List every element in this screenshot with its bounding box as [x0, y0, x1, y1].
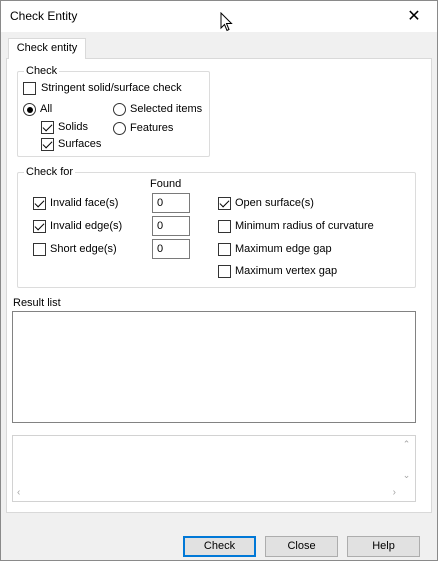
- short-edges-label: Short edge(s): [50, 243, 117, 255]
- check-entity-dialog: Check Entity ✕ Check entity Check String…: [0, 0, 438, 561]
- tab-check-entity[interactable]: Check entity: [8, 38, 86, 59]
- check-button[interactable]: Check: [183, 536, 256, 557]
- features-label: Features: [130, 122, 174, 134]
- check-for-group-legend: Check for: [24, 166, 76, 178]
- max-vertex-gap-checkbox[interactable]: [218, 265, 231, 278]
- stringent-check-checkbox[interactable]: [23, 82, 36, 95]
- selected-items-radio[interactable]: [113, 103, 126, 116]
- invalid-edges-found-field[interactable]: 0: [152, 216, 190, 236]
- max-edge-gap-label: Maximum edge gap: [235, 243, 332, 255]
- scroll-up-icon[interactable]: ⌃: [403, 439, 411, 450]
- mouse-cursor-icon: [220, 12, 233, 32]
- open-surfaces-label: Open surface(s): [235, 197, 314, 209]
- check-for-group: Check for Found Invalid face(s) 0 Invali…: [17, 166, 416, 288]
- open-surfaces-checkbox[interactable]: [218, 197, 231, 210]
- invalid-faces-checkbox[interactable]: [33, 197, 46, 210]
- features-radio[interactable]: [113, 122, 126, 135]
- result-list-label: Result list: [13, 297, 61, 309]
- surfaces-checkbox[interactable]: [41, 138, 54, 151]
- close-icon[interactable]: ✕: [391, 1, 437, 32]
- solids-checkbox[interactable]: [41, 121, 54, 134]
- horizontal-scrollbar[interactable]: ‹ ›: [13, 484, 400, 501]
- stringent-check-label: Stringent solid/surface check: [41, 82, 182, 94]
- result-list[interactable]: [12, 311, 416, 423]
- title-bar: Check Entity ✕: [1, 1, 437, 32]
- message-box[interactable]: ⌃ ⌄ ‹ ›: [12, 435, 416, 502]
- vertical-scrollbar[interactable]: ⌃ ⌄: [398, 436, 415, 484]
- scrollbar-corner: [398, 484, 415, 501]
- solids-label: Solids: [58, 121, 88, 133]
- invalid-edges-checkbox[interactable]: [33, 220, 46, 233]
- selected-items-label: Selected items: [130, 103, 203, 115]
- short-edges-checkbox[interactable]: [33, 243, 46, 256]
- check-group: Check Stringent solid/surface check All …: [17, 65, 210, 157]
- close-button[interactable]: Close: [265, 536, 338, 557]
- help-button[interactable]: Help: [347, 536, 420, 557]
- found-header: Found: [150, 178, 182, 190]
- invalid-faces-found-field[interactable]: 0: [152, 193, 190, 213]
- window-title: Check Entity: [10, 9, 78, 23]
- scroll-down-icon[interactable]: ⌄: [403, 470, 411, 481]
- max-vertex-gap-label: Maximum vertex gap: [235, 265, 338, 277]
- short-edges-found-field[interactable]: 0: [152, 239, 190, 259]
- scroll-left-icon[interactable]: ‹: [17, 487, 20, 498]
- invalid-faces-label: Invalid face(s): [50, 197, 119, 209]
- all-radio[interactable]: [23, 103, 36, 116]
- invalid-edges-label: Invalid edge(s): [50, 220, 123, 232]
- min-radius-label: Minimum radius of curvature: [235, 220, 374, 232]
- all-radio-label: All: [40, 103, 53, 115]
- max-edge-gap-checkbox[interactable]: [218, 243, 231, 256]
- scroll-right-icon[interactable]: ›: [393, 487, 396, 498]
- surfaces-label: Surfaces: [58, 138, 102, 150]
- min-radius-checkbox[interactable]: [218, 220, 231, 233]
- check-group-legend: Check: [24, 65, 60, 77]
